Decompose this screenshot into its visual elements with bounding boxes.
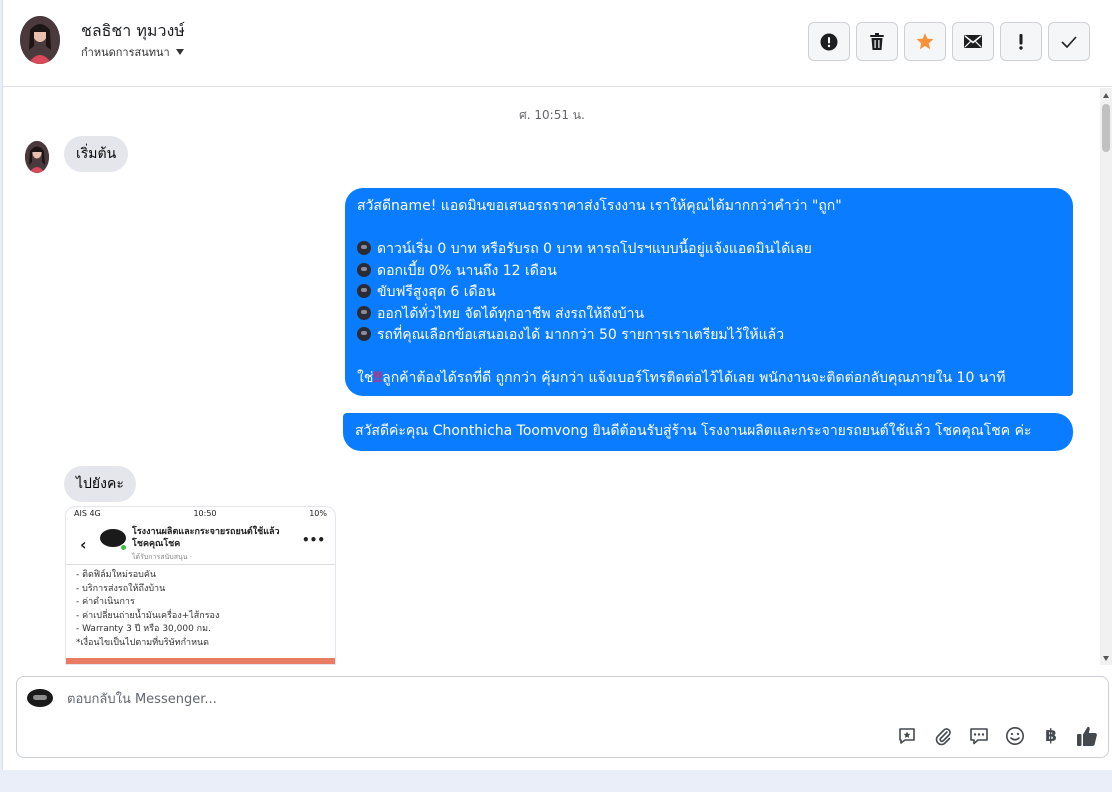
header-actions bbox=[808, 22, 1090, 61]
exclamation-icon bbox=[1019, 33, 1023, 50]
promo-bullet: ดอกเบี้ย 0% นานถึง 12 เดือน bbox=[357, 261, 1061, 283]
caret-down-icon bbox=[175, 49, 184, 55]
car-emoji-icon bbox=[357, 262, 371, 277]
reply-input[interactable] bbox=[67, 687, 887, 711]
saved-reply-icon bbox=[899, 728, 915, 744]
attach-file-button[interactable] bbox=[932, 725, 954, 747]
scroll-down-arrow-icon[interactable] bbox=[1103, 656, 1109, 661]
trash-icon bbox=[870, 33, 884, 50]
page-chat-topbar: ‹ โรงงานผลิตและกระจายรถยนต์ใช้แล้ว โชคคุ… bbox=[66, 521, 335, 565]
contact-avatar[interactable] bbox=[20, 16, 60, 64]
page-avatar bbox=[27, 689, 53, 707]
chat-bubbles-icon bbox=[970, 728, 988, 745]
messenger-inbox: ชลธิชา ทุมวงษ์ กำหนดการสนทนา ศ. 10:51 น.… bbox=[2, 0, 1112, 770]
paperclip-icon bbox=[935, 728, 951, 746]
scroll-thumb[interactable] bbox=[1102, 104, 1110, 152]
double-exclamation-icon: ‼ bbox=[373, 370, 383, 386]
conversation-header: ชลธิชา ทุมวงษ์ กำหนดการสนทนา bbox=[3, 0, 1112, 87]
page-name: โรงงานผลิตและกระจายรถยนต์ใช้แล้ว โชคคุณโ… bbox=[132, 527, 280, 549]
page-footer-band bbox=[0, 770, 1112, 792]
assign-conversation-dropdown[interactable]: กำหนดการสนทนา bbox=[81, 43, 184, 61]
incoming-message: เริ่มต้น bbox=[64, 136, 129, 172]
star-icon bbox=[916, 33, 934, 50]
attachment-text: - ติดฟิล์มใหม่รอบคัน - บริการส่งรถให้ถึง… bbox=[76, 570, 220, 648]
important-button[interactable] bbox=[1000, 22, 1042, 61]
mark-done-button[interactable] bbox=[1048, 22, 1090, 61]
contact-avatar-small bbox=[25, 141, 49, 173]
composer-tools: ฿ bbox=[896, 725, 1098, 747]
car-emoji-icon bbox=[357, 305, 371, 320]
promo-intro: สวัสดีname! แอดมินขอเสนอรถราคาส่งโรงงาน … bbox=[357, 198, 842, 214]
thumbs-up-icon bbox=[1077, 726, 1097, 746]
promo-bullet: ออกได้ทั่วไทย จัดได้ทุกอาชีพ ส่งรถให้ถึง… bbox=[357, 304, 1061, 326]
page-sub: ได้รับการสนับสนุน · bbox=[132, 553, 192, 561]
thread-scrollbar[interactable] bbox=[1100, 88, 1112, 665]
outgoing-message-promo: สวัสดีname! แอดมินขอเสนอรถราคาส่งโรงงาน … bbox=[345, 188, 1073, 396]
message-timestamp: ศ. 10:51 น. bbox=[519, 108, 585, 122]
quick-replies-button[interactable] bbox=[968, 725, 990, 747]
emoji-icon bbox=[1006, 727, 1024, 745]
phone-status-bar: AIS 4G 10:50 10% bbox=[74, 509, 327, 518]
outgoing-message-welcome: สวัสดีค่ะคุณ Chonthicha Toomvong ยินดีต้… bbox=[343, 413, 1073, 451]
promo-bullet: ดาวน์เริ่ม 0 บาท หรือรับรถ 0 บาท หารถโปร… bbox=[357, 239, 1061, 261]
back-arrow-icon: ‹ bbox=[80, 535, 87, 554]
promo-bullet: ขับฟรีสูงสุด 6 เดือน bbox=[357, 282, 1061, 304]
online-dot bbox=[120, 544, 127, 551]
envelope-icon bbox=[964, 35, 982, 48]
promo-closing: ใช่‼ลูกค้าต้องได้รถที่ดี ถูกกว่า คุ้มกว่… bbox=[357, 370, 1006, 386]
promo-bullet: รถที่คุณเลือกข้อเสนอเองได้ มากกว่า 50 รา… bbox=[357, 325, 1061, 347]
payment-button[interactable]: ฿ bbox=[1040, 725, 1062, 747]
saved-reply-button[interactable] bbox=[896, 725, 918, 747]
delete-button[interactable] bbox=[856, 22, 898, 61]
car-emoji-icon bbox=[357, 284, 371, 298]
mark-spam-button[interactable] bbox=[808, 22, 850, 61]
image-attachment[interactable]: AIS 4G 10:50 10% ‹ โรงงานผลิตและกระจายรถ… bbox=[65, 506, 336, 665]
car-emoji-icon bbox=[357, 241, 371, 255]
more-icon: ••• bbox=[301, 533, 325, 547]
baht-icon: ฿ bbox=[1045, 726, 1057, 746]
contact-name: ชลธิชา ทุมวงษ์ bbox=[81, 21, 185, 40]
star-button[interactable] bbox=[904, 22, 946, 61]
mark-unread-button[interactable] bbox=[952, 22, 994, 61]
image-strip bbox=[66, 658, 335, 664]
incoming-message: ไปยังคะ bbox=[64, 466, 136, 502]
message-thread: ศ. 10:51 น. เริ่มต้น สวัสดีname! แอดมินข… bbox=[3, 88, 1101, 665]
check-icon bbox=[1061, 35, 1077, 48]
reply-composer: ฿ bbox=[16, 676, 1109, 758]
like-button[interactable] bbox=[1076, 725, 1098, 747]
scroll-up-arrow-icon[interactable] bbox=[1103, 93, 1109, 98]
car-emoji-icon bbox=[357, 327, 371, 341]
exclamation-circle-icon bbox=[820, 33, 838, 50]
assign-label: กำหนดการสนทนา bbox=[81, 46, 170, 59]
emoji-button[interactable] bbox=[1004, 725, 1026, 747]
